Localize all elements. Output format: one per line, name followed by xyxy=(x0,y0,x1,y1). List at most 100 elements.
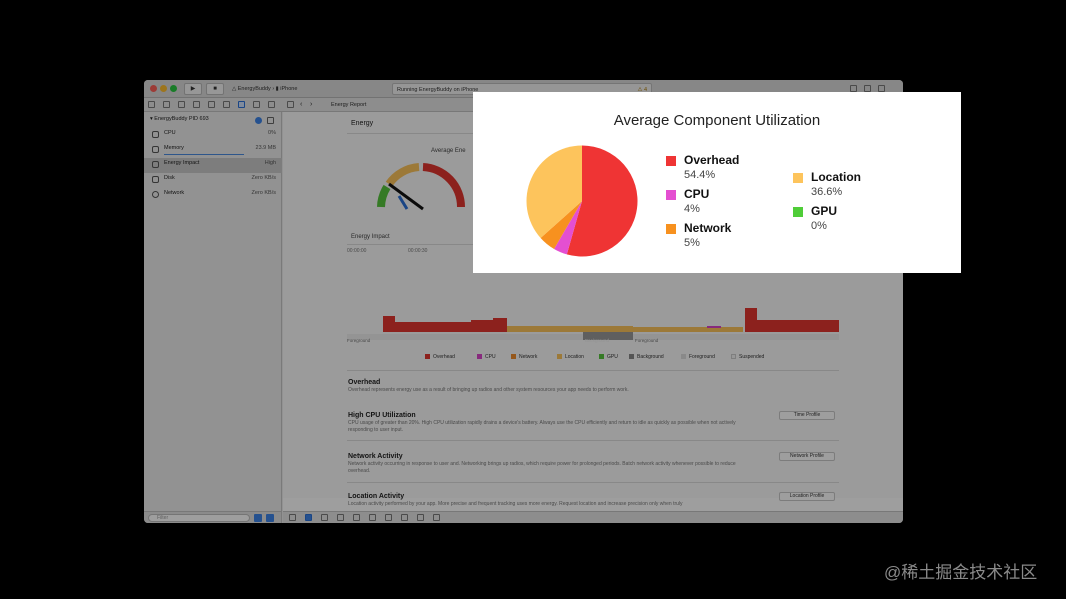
legend-name: GPU xyxy=(811,204,838,218)
view-hierarchy-icon[interactable] xyxy=(385,514,392,521)
legend-swatch xyxy=(666,224,676,234)
minimize-window-button[interactable] xyxy=(160,85,167,92)
legend-swatch xyxy=(425,354,430,359)
issue-navigator-icon[interactable] xyxy=(208,101,215,108)
time-profile-button[interactable]: Time Profile xyxy=(779,411,835,420)
location-profile-button[interactable]: Location Profile xyxy=(779,492,835,501)
legend-background: Background xyxy=(629,354,664,360)
debug-area-toggle-icon[interactable] xyxy=(289,514,296,521)
inspector-toggle-icon[interactable] xyxy=(878,85,885,92)
legend-swatch xyxy=(681,354,686,359)
legend-cpu: CPU xyxy=(477,354,496,360)
timeline-bar xyxy=(707,326,721,328)
legend-swatch xyxy=(793,173,803,183)
breadcrumb[interactable]: Energy Report xyxy=(331,99,366,111)
nav-item-value: High xyxy=(264,160,276,166)
device-label: iPhone xyxy=(280,86,298,92)
legend-percent: 0% xyxy=(811,220,827,232)
component-utilization-card: Average Component Utilization Overhead 5… xyxy=(473,92,961,273)
state-label: Foreground xyxy=(347,338,371,343)
legend-swatch xyxy=(666,156,676,166)
test-navigator-icon[interactable] xyxy=(223,101,230,108)
step-into-icon[interactable] xyxy=(353,514,360,521)
nav-item-value: Zero KB/s xyxy=(251,190,276,196)
timeline-bar xyxy=(507,326,583,332)
process-name: EnergyBuddy PID 693 xyxy=(154,116,209,122)
utilization-pie-chart xyxy=(526,145,638,257)
legend-label: GPU xyxy=(607,354,618,360)
slide: ▶ ■ △ EnergyBuddy › ▮ iPhone Running Ene… xyxy=(0,0,1066,599)
timeline-tick: 00:00:30 xyxy=(408,248,428,254)
nav-item-network[interactable]: Network Zero KB/s xyxy=(144,188,282,203)
network-profile-button[interactable]: Network Profile xyxy=(779,452,835,461)
timeline-bar xyxy=(383,316,395,332)
nav-item-label: Network xyxy=(164,190,185,196)
navigator-toggle-icon[interactable] xyxy=(850,85,857,92)
legend-label: Overhead xyxy=(433,354,455,360)
legend-name: CPU xyxy=(684,187,710,201)
legend-label: CPU xyxy=(485,354,496,360)
legend-location: Location xyxy=(557,354,584,360)
zoom-window-button[interactable] xyxy=(170,85,177,92)
legend-swatch xyxy=(793,207,803,217)
scheme-selector[interactable]: △ EnergyBuddy › ▮ iPhone xyxy=(232,83,297,95)
stop-button[interactable]: ■ xyxy=(206,83,224,95)
legend-swatch xyxy=(629,354,634,359)
project-navigator-icon[interactable] xyxy=(148,101,155,108)
process-row[interactable]: ▾ EnergyBuddy PID 693 xyxy=(144,114,282,129)
nav-item-memory[interactable]: Memory 23.9 MB xyxy=(144,143,282,158)
step-over-icon[interactable] xyxy=(337,514,344,521)
memory-graph-icon[interactable] xyxy=(401,514,408,521)
debug-navigator-icon[interactable] xyxy=(238,101,245,108)
step-out-icon[interactable] xyxy=(369,514,376,521)
legend-swatch xyxy=(557,354,562,359)
close-window-button[interactable] xyxy=(150,85,157,92)
scheme-label: EnergyBuddy xyxy=(237,86,271,92)
gauge-low-segment xyxy=(377,184,391,208)
filter-options-icon[interactable] xyxy=(254,514,262,522)
debug-toggle-icon[interactable] xyxy=(864,85,871,92)
related-items-icon[interactable] xyxy=(287,101,294,108)
disk-icon xyxy=(152,176,159,183)
view-options-icon[interactable] xyxy=(266,514,274,522)
legend-percent: 4% xyxy=(684,203,700,215)
navigator-footer: Filter xyxy=(144,511,282,523)
memory-sparkline xyxy=(164,153,244,155)
timeline-bar xyxy=(395,322,471,332)
overhead-title: Overhead xyxy=(348,379,381,386)
run-button[interactable]: ▶ xyxy=(184,83,202,95)
legend-name: Network xyxy=(684,221,732,235)
energy-header: Energy xyxy=(351,120,374,127)
report-navigator-icon[interactable] xyxy=(268,101,275,108)
filter-field[interactable]: Filter xyxy=(148,514,250,522)
state-label: Foreground xyxy=(635,338,659,343)
source-control-icon[interactable] xyxy=(163,101,170,108)
timeline-bar xyxy=(583,326,633,332)
cpu-section-title: High CPU Utilization xyxy=(348,412,416,419)
process-options-icon[interactable] xyxy=(267,117,274,124)
breakpoints-toggle-icon[interactable] xyxy=(305,514,312,521)
back-icon[interactable]: ‹ xyxy=(300,98,302,112)
timeline-bar xyxy=(471,320,493,332)
nav-item-energy-impact[interactable]: Energy Impact High xyxy=(144,158,282,173)
breakpoint-navigator-icon[interactable] xyxy=(253,101,260,108)
nav-item-cpu[interactable]: CPU 0% xyxy=(144,128,282,143)
environment-overrides-icon[interactable] xyxy=(417,514,424,521)
nav-item-disk[interactable]: Disk Zero KB/s xyxy=(144,173,282,188)
simulate-location-icon[interactable] xyxy=(433,514,440,521)
nav-item-label: CPU xyxy=(164,130,176,136)
process-label: ▾ EnergyBuddy PID 693 xyxy=(150,116,209,122)
divider xyxy=(347,440,839,441)
forward-icon[interactable]: › xyxy=(310,98,312,112)
pause-icon[interactable] xyxy=(321,514,328,521)
symbol-navigator-icon[interactable] xyxy=(178,101,185,108)
find-navigator-icon[interactable] xyxy=(193,101,200,108)
timeline-bar xyxy=(757,320,839,332)
cpu-icon xyxy=(152,131,159,138)
divider xyxy=(347,482,839,483)
network-section-description: Network activity occurring in response t… xyxy=(348,461,736,474)
memory-icon xyxy=(152,146,159,153)
energy-timeline xyxy=(347,308,839,340)
card-title: Average Component Utilization xyxy=(613,112,821,129)
legend-name: Overhead xyxy=(684,153,740,167)
